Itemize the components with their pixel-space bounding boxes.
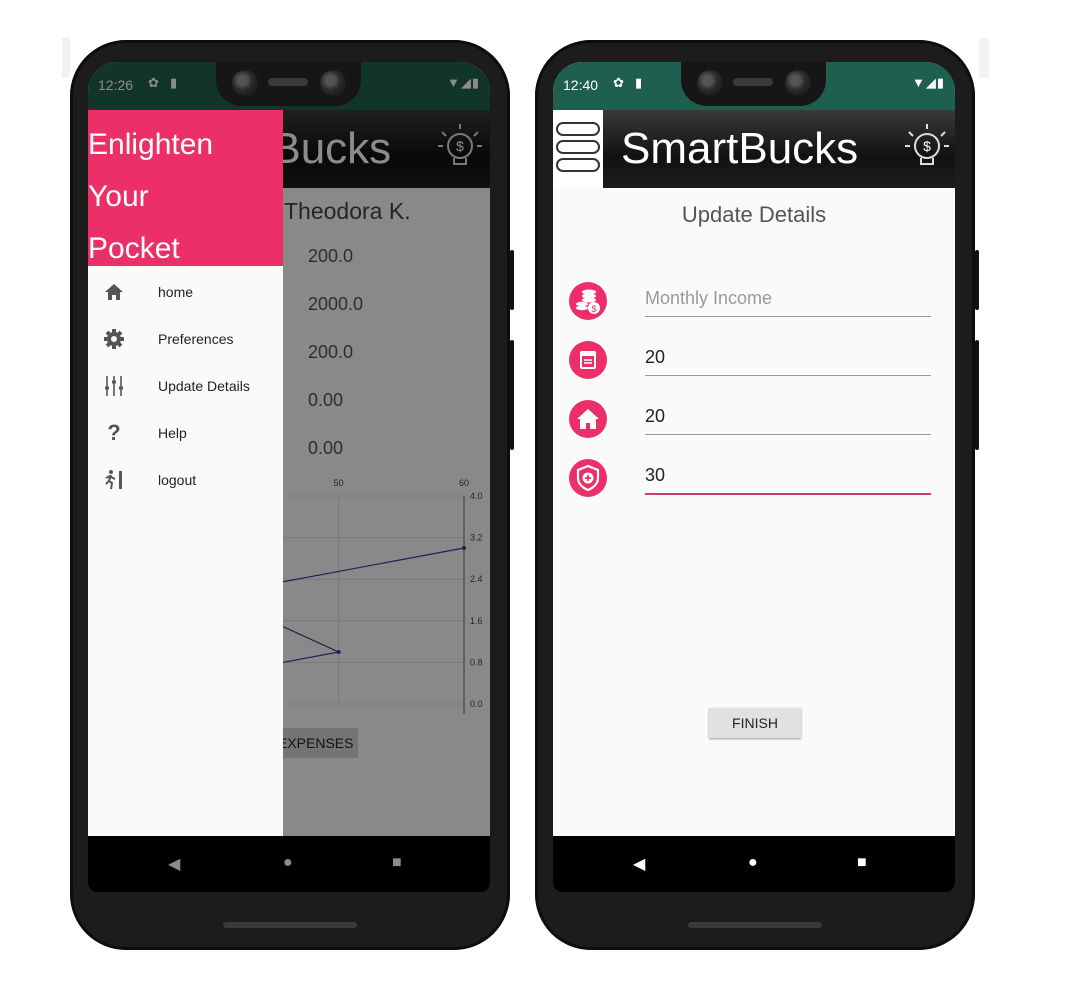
finish-button[interactable]: FINISH: [709, 708, 801, 738]
svg-text:$: $: [591, 304, 596, 314]
housing-amount-input[interactable]: 20: [645, 406, 931, 435]
back-icon[interactable]: ◀: [633, 854, 645, 874]
housing-row: 20: [553, 400, 955, 450]
drawer-header-line: Enlighten: [88, 128, 214, 161]
drawer-header: Enlighten Your Pocket: [88, 110, 283, 266]
gear-icon: [102, 327, 126, 351]
insurance-amount-input[interactable]: 30: [645, 465, 931, 495]
drawer-header-line: Pocket: [88, 232, 180, 265]
camera-notch: [681, 62, 826, 106]
status-time: 12:40: [563, 77, 599, 93]
drawer-item-label: Update Details: [158, 378, 250, 394]
drawer-item-home[interactable]: home: [88, 272, 283, 316]
power-button: [510, 340, 514, 450]
front-camera-icon: [320, 70, 346, 96]
volume-button: [975, 250, 979, 310]
earpiece-speaker: [733, 78, 773, 86]
phone-chin-speaker: [688, 922, 822, 928]
app-header: SmartBucks $: [553, 110, 955, 188]
page-title: Update Details: [681, 202, 827, 227]
drawer-item-preferences[interactable]: Preferences: [88, 319, 283, 363]
income-coins-icon: $: [569, 282, 607, 320]
logout-icon: [102, 468, 126, 492]
help-icon: ?: [107, 420, 121, 445]
lightbulb-dollar-icon: $: [905, 124, 949, 165]
house-icon: [569, 400, 607, 438]
svg-text:$: $: [923, 138, 931, 154]
left-screen: 12:26 ✿ ▮ ▼◢▮ SmartBucks $ Theodora K. 2: [88, 62, 490, 892]
drawer-item-label: Help: [158, 425, 187, 441]
navigation-drawer: Enlighten Your Pocket home Preferences U…: [88, 110, 283, 836]
sliders-icon: [102, 374, 126, 398]
earpiece-speaker: [268, 78, 308, 86]
drawer-item-label: logout: [158, 472, 197, 488]
front-camera-icon: [785, 70, 811, 96]
insurance-row: 30: [553, 459, 955, 509]
calendar-amount-input[interactable]: 20: [645, 347, 931, 376]
settings-status-icon: ✿: [613, 75, 624, 90]
recents-icon[interactable]: ■: [857, 854, 867, 872]
shield-health-icon: [569, 459, 607, 497]
update-details-content: Update Details $ Monthly Income 20 20 30…: [553, 188, 955, 836]
calendar-row: 20: [553, 341, 955, 391]
app-title: SmartBucks: [621, 124, 859, 173]
right-phone: 12:40 ✿ ▮ ▼◢▮ SmartBucks $ Update Detail…: [535, 40, 979, 950]
drawer-header-line: Your: [88, 180, 149, 213]
signal-battery-icon: ▼◢▮: [911, 75, 945, 90]
home-icon: [102, 280, 126, 304]
volume-button: [510, 250, 514, 310]
system-nav-bar: ◀ ● ■: [553, 836, 955, 892]
drawer-item-help[interactable]: ? Help: [88, 413, 283, 457]
front-camera-icon: [697, 70, 723, 96]
sdcard-status-icon: ▮: [635, 75, 643, 90]
monthly-income-input[interactable]: Monthly Income: [645, 288, 931, 317]
drawer-item-logout[interactable]: logout: [88, 460, 283, 504]
hamburger-menu-button[interactable]: [553, 110, 603, 188]
background-window-edge: [62, 38, 70, 78]
calendar-icon: [569, 341, 607, 379]
drawer-item-update-details[interactable]: Update Details: [88, 366, 283, 410]
front-camera-icon: [232, 70, 258, 96]
drawer-item-label: Preferences: [158, 331, 234, 347]
phone-chin-speaker: [223, 922, 357, 928]
drawer-item-label: home: [158, 284, 194, 300]
background-window-edge: [979, 38, 989, 78]
left-phone: 12:26 ✿ ▮ ▼◢▮ SmartBucks $ Theodora K. 2: [70, 40, 514, 950]
home-nav-icon[interactable]: ●: [748, 854, 758, 872]
income-row: $ Monthly Income: [553, 282, 955, 332]
power-button: [975, 340, 979, 450]
right-screen: 12:40 ✿ ▮ ▼◢▮ SmartBucks $ Update Detail…: [553, 62, 955, 892]
camera-notch: [216, 62, 361, 106]
